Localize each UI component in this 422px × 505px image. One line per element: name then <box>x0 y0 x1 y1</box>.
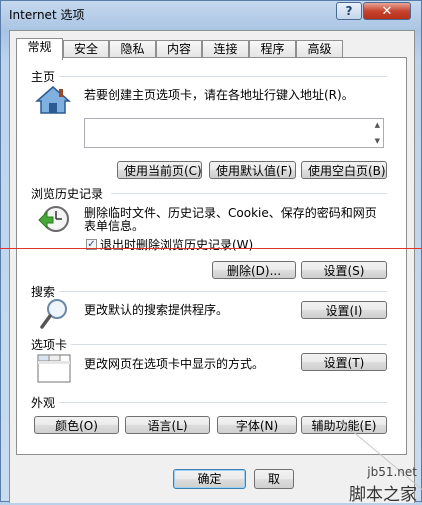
search-description: 更改默认的搜索提供程序。 <box>84 303 229 317</box>
annotation-red-line <box>0 248 422 249</box>
delete-on-exit-label[interactable]: 退出时删除浏览历史记录(W) <box>100 238 253 252</box>
fonts-button[interactable]: 字体(N) <box>217 416 297 434</box>
use-current-button[interactable]: 使用当前页(C) <box>117 161 202 179</box>
tab-programs-label: 程序 <box>260 42 285 56</box>
tab-content[interactable]: 内容 <box>156 40 202 58</box>
tab-content-label: 内容 <box>166 42 191 56</box>
close-button[interactable]: ✕ <box>363 2 411 20</box>
help-icon: ? <box>345 4 353 18</box>
tab-security[interactable]: 安全 <box>63 40 109 58</box>
search-settings-button[interactable]: 设置(I) <box>301 301 387 319</box>
homepage-address-input[interactable]: ▲ ▼ <box>84 118 384 148</box>
history-description-line2: 表单信息。 <box>84 219 145 233</box>
history-group-title: 浏览历史记录 <box>31 187 104 201</box>
languages-button[interactable]: 语言(L) <box>125 416 210 434</box>
tab-advanced-label: 高级 <box>307 42 332 56</box>
use-default-button[interactable]: 使用默认值(F) <box>209 161 296 179</box>
search-magnifier-icon <box>40 299 67 329</box>
scroll-down-icon[interactable]: ▼ <box>375 137 380 145</box>
history-divider <box>111 193 387 194</box>
homepage-divider <box>59 76 387 77</box>
internet-options-window: Internet 选项 ? ✕ 常规 安全 隐私 内容 连接 程序 高级 主页 … <box>0 0 422 505</box>
home-icon <box>35 86 71 114</box>
tab-connections[interactable]: 连接 <box>202 40 249 58</box>
ok-button[interactable]: 确定 <box>173 469 246 489</box>
tab-privacy[interactable]: 隐私 <box>109 40 156 58</box>
history-description-line1: 删除临时文件、历史记录、Cookie、保存的密码和网页 <box>84 206 377 220</box>
cancel-button[interactable]: 取 <box>254 469 294 489</box>
history-settings-button[interactable]: 设置(S) <box>301 261 387 279</box>
tabs-divider <box>71 344 387 345</box>
appearance-group-title: 外观 <box>31 396 56 410</box>
tabs-description: 更改网页在选项卡中显示的方式。 <box>84 357 265 371</box>
watermark-brand: 脚本之家 <box>349 485 417 505</box>
tab-page-general <box>16 57 407 455</box>
tab-privacy-label: 隐私 <box>120 42 145 56</box>
search-divider <box>59 291 387 292</box>
delete-history-button[interactable]: 删除(D)... <box>212 261 296 279</box>
watermark-site: jb51.net <box>367 465 417 479</box>
appearance-divider <box>59 402 387 403</box>
tabs-settings-button[interactable]: 设置(T) <box>301 353 387 371</box>
tab-general-label: 常规 <box>27 40 52 54</box>
scroll-up-icon[interactable]: ▲ <box>375 121 380 129</box>
tab-advanced[interactable]: 高级 <box>296 40 343 58</box>
tabbed-window-icon <box>37 354 71 383</box>
close-icon: ✕ <box>381 3 393 19</box>
tab-security-label: 安全 <box>73 42 98 56</box>
tab-programs[interactable]: 程序 <box>249 40 296 58</box>
homepage-group-title: 主页 <box>31 70 56 84</box>
tab-general[interactable]: 常规 <box>16 38 63 60</box>
help-button[interactable]: ? <box>336 2 362 20</box>
window-title: Internet 选项 <box>9 8 85 22</box>
title-bar[interactable]: Internet 选项 ? ✕ <box>1 1 421 29</box>
homepage-description: 若要创建主页选项卡，请在各地址行键入地址(R)。 <box>84 88 354 102</box>
history-clock-icon <box>38 206 69 232</box>
tab-connections-label: 连接 <box>213 42 238 56</box>
use-blank-button[interactable]: 使用空白页(B) <box>301 161 387 179</box>
colors-button[interactable]: 颜色(O) <box>34 416 119 434</box>
